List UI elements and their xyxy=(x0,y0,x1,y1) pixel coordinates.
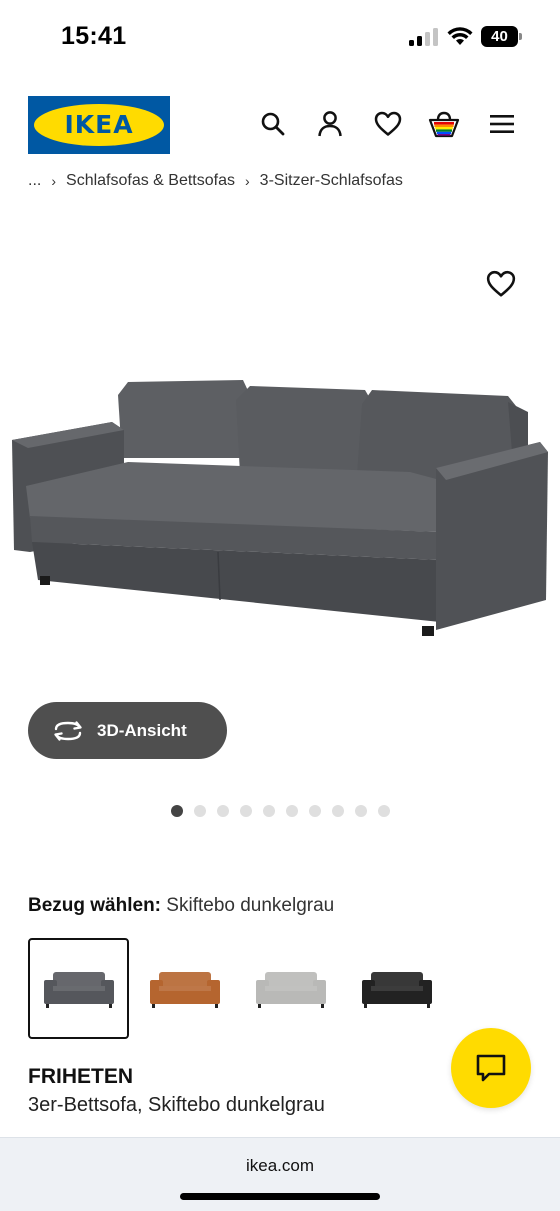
image-carousel-dots xyxy=(171,805,390,817)
logo-text: IKEA xyxy=(64,110,134,139)
view-3d-label: 3D-Ansicht xyxy=(97,720,187,740)
product-description: 3er-Bettsofa, Skiftebo dunkelgrau xyxy=(28,1094,325,1116)
sofa-thumbnail xyxy=(255,971,326,1008)
breadcrumb-item-sofa-beds[interactable]: Schlafsofas & Bettsofas xyxy=(66,172,235,188)
cover-label: Bezug wählen: xyxy=(28,895,162,916)
carousel-dot[interactable] xyxy=(171,805,183,817)
home-indicator[interactable] xyxy=(180,1193,380,1200)
cover-swatch[interactable] xyxy=(240,938,341,1039)
browser-url-bar[interactable]: ikea.com xyxy=(0,1137,560,1211)
cellular-signal-icon xyxy=(409,28,439,46)
carousel-dot[interactable] xyxy=(263,805,275,817)
breadcrumb-item-more[interactable]: ... xyxy=(28,172,41,188)
cover-swatch[interactable] xyxy=(134,938,235,1039)
rotate-3d-icon xyxy=(54,720,82,741)
chevron-right-icon: › xyxy=(51,173,57,188)
sofa-thumbnail xyxy=(361,971,432,1008)
cover-swatch[interactable] xyxy=(346,938,447,1039)
chevron-right-icon: › xyxy=(245,173,250,188)
url-text: ikea.com xyxy=(245,1156,315,1175)
wishlist-button[interactable] xyxy=(372,108,404,140)
carousel-dot[interactable] xyxy=(332,805,344,817)
cover-selection: Bezug wählen: Skiftebo dunkelgrau xyxy=(28,895,334,917)
cover-swatch[interactable] xyxy=(28,938,129,1039)
wifi-icon xyxy=(447,27,473,45)
carousel-dot[interactable] xyxy=(309,805,321,817)
site-header: IKEA xyxy=(0,72,560,172)
chat-button[interactable] xyxy=(451,1028,531,1108)
cover-value: Skiftebo dunkelgrau xyxy=(166,895,335,916)
carousel-dot[interactable] xyxy=(240,805,252,817)
account-icon xyxy=(318,111,342,137)
heart-icon xyxy=(374,111,402,136)
product-name: FRIHETEN xyxy=(28,1065,133,1088)
carousel-dot[interactable] xyxy=(378,805,390,817)
carousel-dot[interactable] xyxy=(217,805,229,817)
product-image[interactable] xyxy=(0,190,560,700)
breadcrumb-item-3-seat-sofa-beds[interactable]: 3-Sitzer-Schlafsofas xyxy=(260,172,403,188)
heart-icon xyxy=(486,270,516,297)
search-icon xyxy=(261,112,285,136)
hamburger-menu-icon xyxy=(490,115,514,133)
chat-icon xyxy=(476,1054,506,1082)
cover-swatches xyxy=(28,938,448,1040)
view-3d-button[interactable]: 3D-Ansicht xyxy=(28,702,227,759)
carousel-dot[interactable] xyxy=(355,805,367,817)
menu-button[interactable] xyxy=(486,108,518,140)
carousel-dot[interactable] xyxy=(286,805,298,817)
carousel-dot[interactable] xyxy=(194,805,206,817)
search-button[interactable] xyxy=(257,108,289,140)
breadcrumb: ... › Schlafsofas & Bettsofas › 3-Sitzer… xyxy=(28,168,548,188)
product-wishlist-button[interactable] xyxy=(486,270,518,302)
cart-button[interactable] xyxy=(428,108,460,140)
sofa-thumbnail xyxy=(43,971,114,1008)
account-button[interactable] xyxy=(314,108,346,140)
battery-icon: 40 xyxy=(481,26,523,47)
sofa-thumbnail xyxy=(149,971,220,1008)
status-time: 15:41 xyxy=(61,22,127,50)
shopping-bag-icon xyxy=(428,111,460,138)
battery-level: 40 xyxy=(491,28,508,45)
status-bar: 15:41 40 xyxy=(0,0,560,72)
ikea-logo[interactable]: IKEA xyxy=(28,96,170,154)
